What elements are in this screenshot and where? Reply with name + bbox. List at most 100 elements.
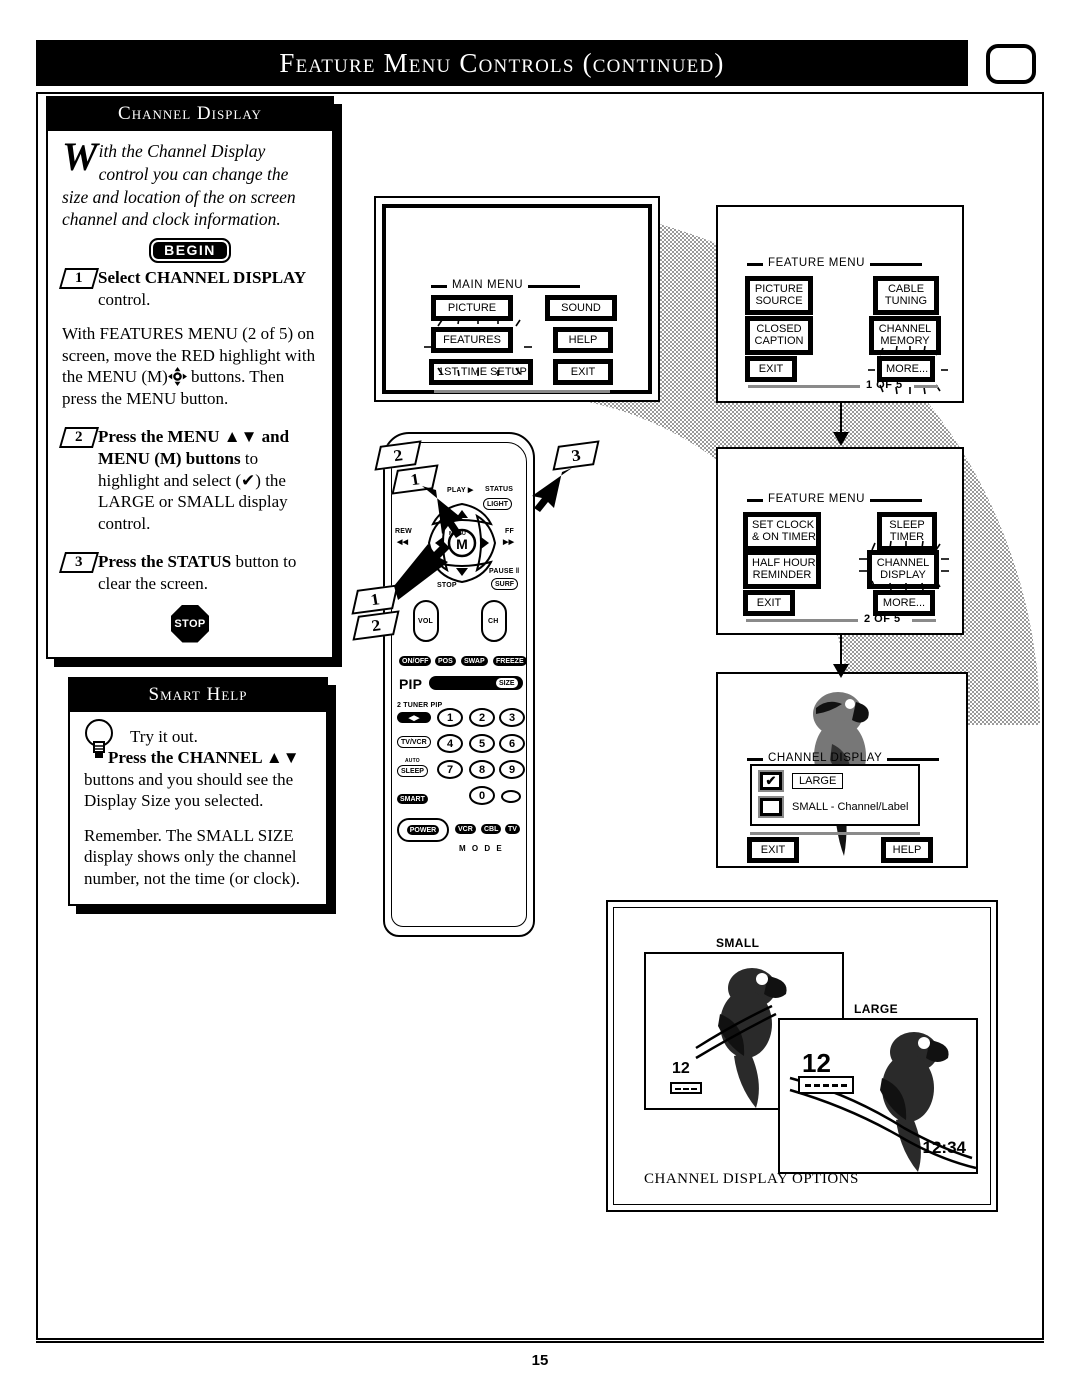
remote-label-ch: CH bbox=[488, 618, 499, 625]
begin-badge: BEGIN bbox=[149, 238, 231, 263]
channel-display-button-exit[interactable]: EXIT bbox=[747, 836, 799, 864]
remote-key-mode-tv[interactable]: TV bbox=[505, 824, 520, 834]
remote-key-mode-vcr[interactable]: VCR bbox=[455, 824, 476, 834]
feature-menu-2-button-half-hour-reminder[interactable]: HALF HOUR REMINDER bbox=[743, 550, 821, 589]
options-large-channel-number: 12 bbox=[802, 1048, 831, 1078]
step-2: 2 Press the MENU ▲▼ and MENU (M) buttons… bbox=[58, 426, 318, 534]
stop-badge: STOP bbox=[171, 604, 209, 643]
flow-arrow-2 bbox=[833, 635, 849, 678]
channel-display-button-help[interactable]: HELP bbox=[881, 836, 933, 864]
feature-menu-1-button-exit[interactable]: EXIT bbox=[745, 355, 797, 383]
remote-number-5[interactable]: 5 bbox=[469, 734, 495, 753]
remote-key-blank[interactable] bbox=[501, 790, 521, 803]
pointer-hand-2 bbox=[518, 462, 576, 517]
options-large-clock-box bbox=[798, 1076, 854, 1094]
flow-arrow-1 bbox=[833, 403, 849, 446]
option-row-small[interactable]: SMALL - Channel/Label bbox=[760, 798, 908, 816]
step-1-rest: control. bbox=[98, 289, 151, 309]
page-title: Feature Menu Controls (continued) bbox=[279, 47, 725, 78]
feature-menu-2-bottom-rule bbox=[746, 619, 858, 622]
remote-number-9[interactable]: 9 bbox=[499, 760, 525, 779]
main-menu-button-features[interactable]: FEATURES bbox=[431, 326, 513, 354]
step-1: 1 Select CHANNEL DISPLAY control. bbox=[58, 267, 318, 310]
main-menu-button-sound[interactable]: SOUND bbox=[545, 294, 617, 322]
channel-display-screen-title: CHANNEL DISPLAY bbox=[746, 752, 941, 764]
main-menu-button-exit[interactable]: EXIT bbox=[553, 358, 613, 386]
feature-menu-1-button-cable-tuning[interactable]: CABLE TUNING bbox=[873, 276, 939, 315]
main-menu-button-1st-time-setup[interactable]: 1ST TIME SETUP bbox=[429, 358, 533, 386]
options-large-clock-time: 12:34 bbox=[922, 1138, 966, 1157]
option-row-large[interactable]: ✔ LARGE bbox=[760, 772, 844, 790]
feature-menu-2-bottom-rule-right bbox=[912, 619, 936, 622]
tv-screen-icon bbox=[986, 44, 1036, 84]
remote-label-auto: AUTO bbox=[405, 758, 420, 764]
channel-display-instructions-panel: Channel Display With the Channel Display… bbox=[46, 96, 342, 667]
remote-label-ff: FF bbox=[505, 528, 514, 535]
remote-key-smart[interactable]: SMART bbox=[397, 794, 428, 804]
feature-menu-1-button-closed-caption[interactable]: CLOSED CAPTION bbox=[745, 316, 813, 355]
remote-key-mode-cbl[interactable]: CBL bbox=[481, 824, 502, 834]
dpad-icon bbox=[167, 367, 187, 387]
remote-label-mode: M O D E bbox=[459, 844, 504, 853]
smart-help-heading: Smart Help bbox=[70, 678, 326, 712]
feature-menu-2-button-set-clock-on-timer[interactable]: SET CLOCK & ON TIMER bbox=[743, 512, 821, 551]
channel-display-options-panel: SMALL 12 LARGE 12 12:34 CHANNEL DISPLAY … bbox=[606, 900, 998, 1212]
remote-key-pip-on-off[interactable]: ON/OFF bbox=[399, 656, 432, 666]
feature-menu-2-button-exit[interactable]: EXIT bbox=[743, 589, 795, 617]
remote-key-tuner-swap[interactable]: ◀▶ bbox=[397, 712, 431, 723]
remote-key-pip-pos[interactable]: POS bbox=[435, 656, 456, 666]
feature-menu-2-button-channel-display[interactable]: CHANNEL DISPLAY bbox=[867, 550, 939, 589]
step-2-number: 2 bbox=[58, 427, 100, 449]
options-large-screen: 12 12:34 bbox=[778, 1018, 978, 1174]
option-label-small: SMALL - Channel/Label bbox=[792, 801, 909, 813]
pointer-hand-1 bbox=[418, 480, 488, 547]
smart-help-panel: Smart Help Try it out. Press the CHANNEL… bbox=[68, 676, 336, 914]
feature-menu-2-screen: FEATURE MENU SET CLOCK & ON TIMER SLEEP … bbox=[716, 447, 964, 635]
remote-key-tv-vcr[interactable]: TV/VCR bbox=[397, 736, 431, 748]
checkbox-small-unchecked[interactable] bbox=[760, 798, 782, 816]
remote-number-1[interactable]: 1 bbox=[437, 708, 463, 727]
checkbox-large-checked[interactable]: ✔ bbox=[760, 772, 782, 790]
remote-label-vol: VOL bbox=[418, 618, 433, 625]
page-header-bar: Feature Menu Controls (continued) bbox=[36, 40, 968, 86]
remote-label-2-tuner-pip: 2 TUNER PIP bbox=[397, 702, 443, 709]
remote-number-6[interactable]: 6 bbox=[499, 734, 525, 753]
remote-label-pip: PIP bbox=[399, 676, 423, 692]
feature-menu-2-button-more[interactable]: MORE... bbox=[873, 589, 935, 617]
feature-menu-1-page-indicator: 1 OF 5 bbox=[866, 379, 903, 391]
main-menu-button-help[interactable]: HELP bbox=[553, 326, 613, 354]
remote-key-pip-freeze[interactable]: FREEZE bbox=[493, 656, 527, 666]
options-small-caption: SMALL bbox=[716, 936, 760, 950]
step-3-number: 3 bbox=[58, 552, 100, 574]
remote-number-3[interactable]: 3 bbox=[499, 708, 525, 727]
main-menu-screen: MAIN MENU PICTURE SOUND FEATURES HELP 1S… bbox=[374, 196, 660, 402]
remote-number-8[interactable]: 8 bbox=[469, 760, 495, 779]
feature-menu-1-button-picture-source[interactable]: PICTURE SOURCE bbox=[745, 276, 813, 315]
remote-key-size[interactable]: SIZE bbox=[495, 677, 519, 689]
feature-menu-2-title: FEATURE MENU bbox=[746, 493, 923, 505]
feature-menu-1-button-channel-memory[interactable]: CHANNEL MEMORY bbox=[869, 316, 941, 355]
step-3: 3 Press the STATUS button to clear the s… bbox=[58, 551, 318, 594]
remote-key-pip-swap[interactable]: SWAP bbox=[461, 656, 488, 666]
options-small-channel-number: 12 bbox=[672, 1060, 690, 1077]
remote-label-rew: REW bbox=[395, 528, 412, 535]
options-large-caption: LARGE bbox=[854, 1002, 898, 1016]
remote-number-0[interactable]: 0 bbox=[469, 786, 495, 805]
channel-display-screen: CHANNEL DISPLAY ✔ LARGE SMALL - Channel/… bbox=[716, 672, 968, 868]
intro-dropcap: W bbox=[62, 134, 98, 179]
channel-display-screen-rule bbox=[750, 832, 920, 835]
main-menu-title: MAIN MENU bbox=[430, 279, 581, 291]
remote-number-2[interactable]: 2 bbox=[469, 708, 495, 727]
left-instruction-column: Channel Display With the Channel Display… bbox=[46, 96, 346, 914]
feature-menu-2-button-sleep-timer[interactable]: SLEEP TIMER bbox=[877, 512, 937, 551]
remote-key-sleep[interactable]: SLEEP bbox=[397, 765, 428, 777]
main-menu-bottom-rule bbox=[434, 390, 610, 393]
remote-number-4[interactable]: 4 bbox=[437, 734, 463, 753]
main-menu-button-picture[interactable]: PICTURE bbox=[431, 294, 513, 322]
remote-number-7[interactable]: 7 bbox=[437, 760, 463, 779]
smart-help-line2-rest: buttons and you should see the Display S… bbox=[84, 769, 294, 811]
channel-display-panel-heading: Channel Display bbox=[48, 98, 332, 131]
remote-key-power[interactable]: POWER bbox=[397, 818, 449, 842]
page-number: 15 bbox=[531, 1352, 549, 1369]
feature-menu-1-button-more[interactable]: MORE... bbox=[877, 355, 935, 383]
